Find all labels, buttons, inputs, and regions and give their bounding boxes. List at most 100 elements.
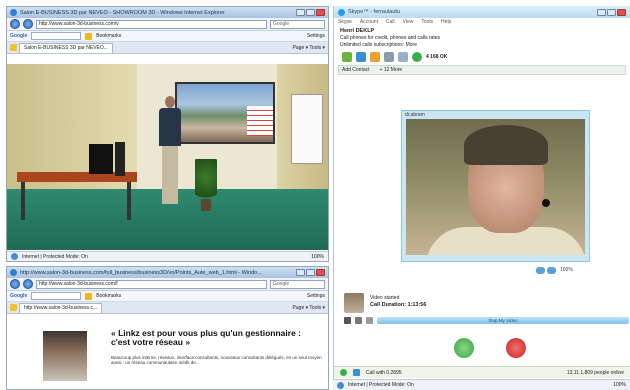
settings-button[interactable]: Settings: [307, 33, 325, 39]
online-status-icon[interactable]: [412, 52, 422, 62]
close-button[interactable]: [316, 9, 325, 16]
favorites-star-icon[interactable]: [10, 304, 17, 311]
window-title: Salon E-BUSINESS 3D par NEVEO - SHOWROOM…: [20, 9, 225, 16]
call-info: Video started Call Duration: 1:13:56: [370, 295, 426, 309]
call-button[interactable]: [454, 338, 474, 358]
search-input[interactable]: Google: [270, 279, 325, 289]
window-title: http://www.salon-3d-business.com/full_bu…: [20, 269, 262, 276]
contacts-bar: Add Contact + 12 More: [338, 65, 626, 75]
profile-area: Henri DEKLP Call phones for credit, phon…: [334, 27, 630, 50]
video-control-button[interactable]: [536, 267, 545, 274]
avatar-legs: [162, 146, 178, 204]
skype-title-bar[interactable]: Skype™ - ferraulautu: [334, 6, 630, 18]
article-content: « Linkz est pour vous plus qu'un gestion…: [7, 325, 328, 381]
article-text: Beaucoup plus interne, réseaux, interfac…: [111, 355, 322, 366]
bookmarks-button[interactable]: Bookmarks: [96, 293, 121, 299]
ie-icon: [10, 269, 17, 276]
more-contacts-button[interactable]: + 12 More: [380, 67, 403, 73]
star-icon[interactable]: [85, 32, 93, 40]
tab-article[interactable]: http://www.salon-3d-business.c...: [19, 303, 103, 313]
zoom-level[interactable]: 100%: [311, 254, 324, 260]
menu-skype[interactable]: Skype: [338, 19, 352, 26]
bottom-call-label[interactable]: Call with 0.2895: [366, 370, 402, 376]
command-bar[interactable]: Page ▾ Tools ▾: [293, 45, 325, 53]
monitor: [89, 144, 113, 174]
close-button[interactable]: [617, 8, 626, 16]
menu-call[interactable]: Call: [386, 19, 395, 26]
mic-icon[interactable]: [344, 317, 351, 324]
maximize-button[interactable]: [607, 8, 616, 16]
user-name[interactable]: Henri DEKLP: [340, 28, 374, 34]
avatar-person[interactable]: [157, 96, 183, 206]
maximize-button[interactable]: [306, 269, 315, 276]
call-duration: 1:13:56: [407, 302, 427, 308]
google-toolbar: Google Bookmarks Settings: [7, 31, 328, 42]
google-search-input[interactable]: [31, 32, 82, 40]
bookmarks-button[interactable]: Bookmarks: [96, 33, 121, 39]
zoom-level[interactable]: 100%: [613, 382, 626, 388]
close-button[interactable]: [316, 269, 325, 276]
headset-mic: [542, 199, 550, 207]
browser-title-bar[interactable]: http://www.salon-3d-business.com/full_bu…: [7, 267, 328, 278]
url-input[interactable]: http://www.salon-3d-business.com/f: [36, 279, 267, 289]
video-caller-label: dr.abram: [405, 112, 425, 118]
online-status-icon[interactable]: [340, 369, 347, 376]
call-phones-icon[interactable]: [384, 52, 394, 62]
forward-button[interactable]: [23, 19, 33, 29]
article-headline: « Linkz est pour vous plus qu'un gestion…: [111, 328, 301, 347]
3d-showroom-view[interactable]: [7, 64, 328, 250]
video-zoom-level: 100%: [560, 267, 573, 273]
desk-leg: [127, 182, 131, 220]
browser-window-bottom: http://www.salon-3d-business.com/full_bu…: [6, 266, 329, 390]
conversation-icon[interactable]: [356, 52, 366, 62]
self-avatar: [344, 293, 364, 313]
stop-video-button[interactable]: Stop My Video: [377, 317, 629, 324]
bottom-status-bar: Internet | Protected Mode: On 100%: [333, 379, 630, 390]
back-button[interactable]: [10, 19, 20, 29]
menu-account[interactable]: Account: [360, 19, 378, 26]
video-control-button[interactable]: [547, 267, 556, 274]
google-toolbar: Google Bookmarks Settings: [7, 291, 328, 302]
search-input[interactable]: Google: [270, 19, 325, 29]
menu-view[interactable]: View: [403, 19, 414, 26]
subscription-line[interactable]: Unlimited calls subscriptions: More: [340, 42, 417, 48]
browser-window-top: Salon E-BUSINESS 3D par NEVEO - SHOWROOM…: [6, 6, 329, 262]
remote-video[interactable]: [406, 119, 585, 255]
video-controls: 100%: [536, 267, 573, 274]
browser-title-bar[interactable]: Salon E-BUSINESS 3D par NEVEO - SHOWROOM…: [7, 7, 328, 18]
command-bar[interactable]: Page ▾ Tools ▾: [293, 305, 325, 313]
tab-bar: Salon E-BUSINESS 3D par NEVEO... Page ▾ …: [7, 42, 328, 54]
add-contact-button[interactable]: Add Contact: [342, 67, 370, 73]
online-count: 4 168 OK: [426, 54, 448, 60]
google-label: Google: [10, 293, 28, 299]
google-label: Google: [10, 33, 28, 39]
history-icon[interactable]: [370, 52, 380, 62]
forward-button[interactable]: [23, 279, 33, 289]
minimize-button[interactable]: [597, 8, 606, 16]
call-duration-label: Call Duration:: [370, 302, 407, 308]
settings-button[interactable]: Settings: [307, 293, 325, 299]
volume-icon[interactable]: [366, 317, 373, 324]
whiteboard: [291, 94, 323, 164]
status-text: Internet | Protected Mode: On: [22, 253, 88, 260]
phone-icon[interactable]: [353, 369, 360, 376]
minimize-button[interactable]: [296, 269, 305, 276]
google-search-input[interactable]: [31, 292, 82, 300]
contacts-icon[interactable]: [342, 52, 352, 62]
star-icon[interactable]: [85, 292, 93, 300]
maximize-button[interactable]: [306, 9, 315, 16]
tab-showroom[interactable]: Salon E-BUSINESS 3D par NEVEO...: [19, 43, 113, 53]
favorites-star-icon[interactable]: [10, 44, 17, 51]
menu-tools[interactable]: Tools: [421, 19, 433, 26]
menu-help[interactable]: Help: [441, 19, 451, 26]
skype-title: Skype™ - ferraulautu: [348, 9, 400, 15]
camera-icon[interactable]: [355, 317, 362, 324]
back-button[interactable]: [10, 279, 20, 289]
credit-line[interactable]: Call phones for credit, phones and calls…: [340, 35, 440, 41]
self-view-bar: Video started Call Duration: 1:13:56 Sto…: [344, 293, 629, 325]
minimize-button[interactable]: [296, 9, 305, 16]
search-icon[interactable]: [398, 52, 408, 62]
hang-up-button[interactable]: [506, 338, 526, 358]
url-input[interactable]: http://www.salon-3d-business.com/v: [36, 19, 267, 29]
plant-pot: [201, 199, 211, 211]
